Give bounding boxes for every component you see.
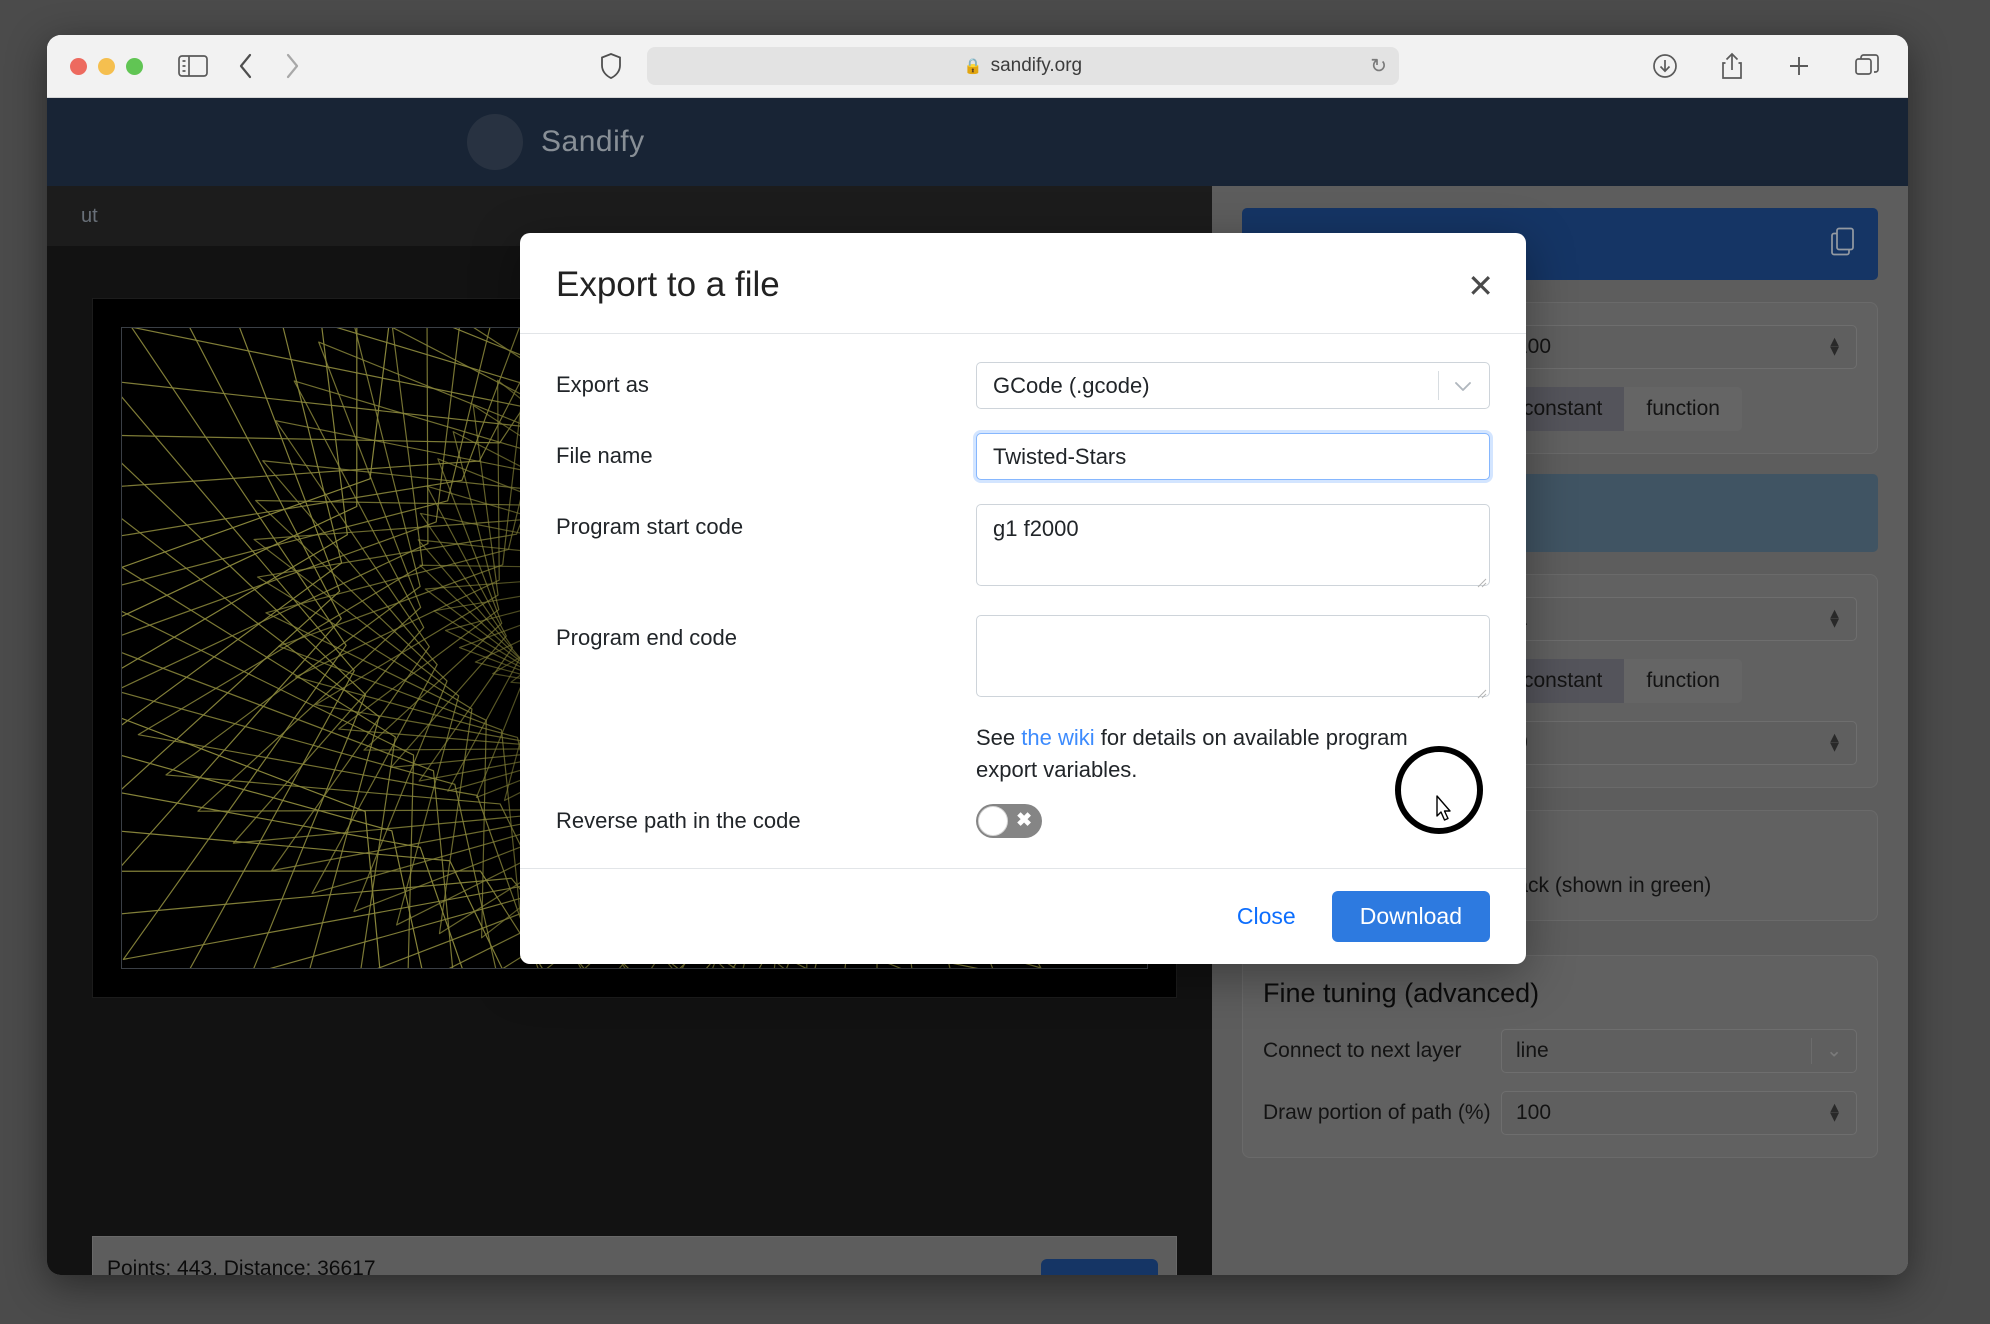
segment-function[interactable]: function (1624, 387, 1742, 431)
program-end-code-textarea[interactable] (976, 615, 1490, 697)
file-name-input[interactable] (976, 433, 1490, 480)
export-help-text: See the wiki for details on available pr… (976, 722, 1446, 786)
sidebar-icon[interactable] (178, 54, 208, 78)
label-program-end-code: Program end code (556, 615, 976, 651)
scale-by-segmented-control[interactable]: constant function (1501, 659, 1742, 703)
copy-icon[interactable] (1830, 227, 1856, 262)
minimize-window-button[interactable] (98, 58, 115, 75)
export-as-select[interactable]: GCode (.gcode) (976, 362, 1490, 409)
address-bar[interactable]: 🔒 sandify.org ↻ (647, 47, 1399, 85)
tab-overview-icon[interactable] (1854, 53, 1880, 79)
close-window-button[interactable] (70, 58, 87, 75)
segmented-control[interactable]: constant function (1501, 387, 1742, 431)
connect-layer-select[interactable]: line ⌄ (1501, 1029, 1857, 1073)
close-button[interactable]: Close (1223, 892, 1310, 941)
form-row-help-text: See the wiki for details on available pr… (556, 716, 1490, 786)
back-chevron-icon[interactable] (236, 51, 256, 81)
subnav-item[interactable]: ut (81, 205, 98, 228)
segment-function[interactable]: function (1624, 659, 1742, 703)
chevron-down-icon[interactable]: ⌄ (1826, 1040, 1842, 1063)
dialog-body: Export as GCode (.gcode) (520, 334, 1526, 868)
draw-portion-number-input[interactable]: 100 ▲▼ (1501, 1091, 1857, 1135)
form-row-program-start-code: Program start code (556, 504, 1490, 591)
label-reverse-path: Reverse path in the code (556, 804, 976, 834)
forward-chevron-icon[interactable] (282, 51, 302, 81)
window-traffic-lights[interactable] (70, 58, 143, 75)
desktop-background: 🔒 sandify.org ↻ (0, 0, 1990, 1324)
export-button[interactable]: Export (1041, 1259, 1158, 1275)
app-navbar: Sandify (47, 98, 1908, 186)
fine-tuning-card: Fine tuning (advanced) Connect to next l… (1242, 955, 1878, 1158)
app-logo (467, 114, 523, 170)
wiki-link[interactable]: the wiki (1021, 725, 1094, 750)
form-row-file-name: File name (556, 433, 1490, 480)
option-row-draw-portion: Draw portion of path (%) 100 ▲▼ (1263, 1091, 1857, 1135)
close-icon[interactable]: ✕ (1467, 267, 1494, 305)
stepper-icon[interactable]: ▲▼ (1827, 1104, 1842, 1123)
status-bar: Points: 443, Distance: 36617 Export (92, 1236, 1177, 1275)
export-dialog: Export to a file ✕ Export as GCode (.gco… (520, 233, 1526, 964)
label-export-as: Export as (556, 362, 976, 398)
maximize-window-button[interactable] (126, 58, 143, 75)
chevron-down-icon[interactable] (1453, 373, 1473, 399)
app-title: Sandify (541, 125, 645, 159)
option-row-connect-layer: Connect to next layer line ⌄ (1263, 1029, 1857, 1073)
stepper-icon[interactable]: ▲▼ (1827, 734, 1842, 753)
form-row-program-end-code: Program end code (556, 615, 1490, 702)
connect-layer-value: line (1516, 1039, 1549, 1063)
select-divider (1438, 371, 1439, 400)
select-divider (1811, 1038, 1812, 1064)
form-row-reverse-path: Reverse path in the code ✖ (556, 804, 1490, 838)
dialog-title: Export to a file (556, 265, 1490, 305)
form-row-export-as: Export as GCode (.gcode) (556, 362, 1490, 409)
web-page: Sandify ut (47, 98, 1908, 1275)
help-prefix: See (976, 725, 1021, 750)
label-file-name: File name (556, 433, 976, 469)
label-program-start-code: Program start code (556, 504, 976, 540)
dialog-footer: Close Download (520, 868, 1526, 964)
download-button[interactable]: Download (1332, 891, 1490, 942)
dialog-header: Export to a file ✕ (520, 233, 1526, 334)
fine-tuning-title: Fine tuning (advanced) (1263, 978, 1857, 1009)
shield-icon[interactable] (600, 53, 622, 80)
option-label-connect-layer: Connect to next layer (1263, 1039, 1501, 1063)
switchbacks-number-input[interactable]: 0 ▲▼ (1501, 721, 1857, 765)
lock-icon: 🔒 (964, 57, 983, 75)
toggle-off-icon: ✖ (1016, 809, 1032, 832)
url-text: sandify.org (991, 55, 1083, 77)
draw-portion-value: 100 (1516, 1101, 1551, 1125)
stepper-icon[interactable]: ▲▼ (1827, 610, 1842, 629)
browser-toolbar: 🔒 sandify.org ↻ (47, 35, 1908, 98)
downloads-icon[interactable] (1652, 53, 1678, 79)
browser-window: 🔒 sandify.org ↻ (47, 35, 1908, 1275)
points-distance-label: Points: 443, Distance: 36617 (107, 1257, 376, 1275)
new-tab-icon[interactable] (1786, 53, 1812, 79)
share-icon[interactable] (1720, 52, 1744, 80)
export-as-value: GCode (.gcode) (993, 373, 1150, 399)
number-input[interactable]: 100 ▲▼ (1501, 325, 1857, 369)
stepper-icon[interactable]: ▲▼ (1827, 338, 1842, 357)
reverse-path-toggle[interactable]: ✖ (976, 804, 1042, 838)
spin-number-input[interactable]: 1 ▲▼ (1501, 597, 1857, 641)
reload-icon[interactable]: ↻ (1370, 54, 1387, 79)
browser-right-tools (1652, 52, 1880, 80)
toggle-knob (978, 806, 1008, 836)
help-text-spacer (556, 716, 976, 726)
program-start-code-textarea[interactable] (976, 504, 1490, 586)
option-label-draw-portion: Draw portion of path (%) (1263, 1101, 1501, 1125)
